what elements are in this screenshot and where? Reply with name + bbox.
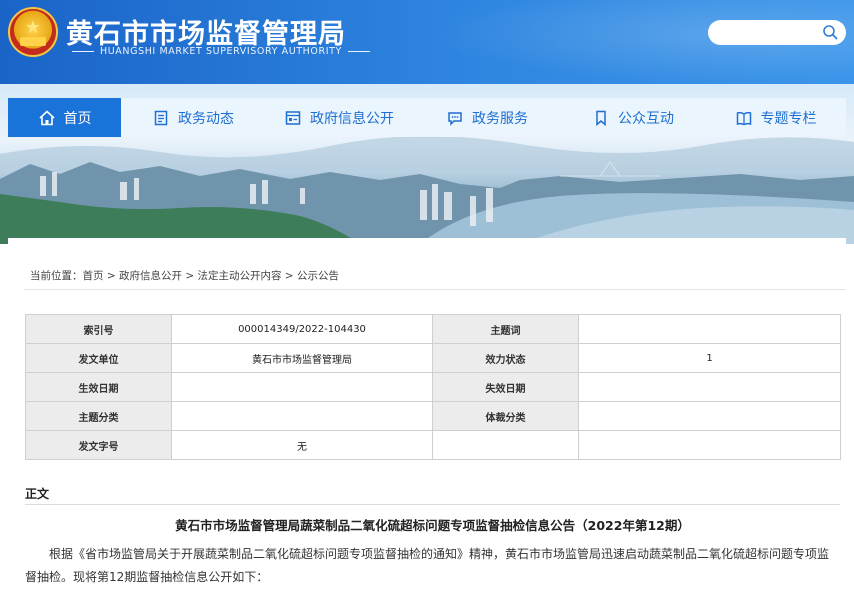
- nav-item-home[interactable]: 首页: [8, 98, 121, 137]
- search-icon[interactable]: [822, 24, 838, 40]
- breadcrumb-separator: >: [181, 270, 198, 282]
- site-subtitle: HUANGSHI MARKET SUPERVISORY AUTHORITY: [66, 46, 376, 57]
- breadcrumb-link-home[interactable]: 首页: [83, 270, 104, 282]
- meta-value: 000014349/2022-104430: [171, 314, 433, 344]
- meta-label: 发文单位: [25, 343, 172, 373]
- main-nav: 首页 政务动态 政府信息公开 政务服务 公众互动 专题专栏: [8, 98, 846, 137]
- nav-item-news[interactable]: 政务动态: [121, 98, 265, 137]
- meta-value: [578, 401, 841, 431]
- breadcrumb-link-notices[interactable]: 公示公告: [297, 270, 339, 282]
- book-icon: [736, 111, 751, 125]
- bookmark-icon: [596, 110, 606, 126]
- breadcrumb-separator: >: [281, 270, 297, 282]
- breadcrumb: 当前位置：首页 > 政府信息公开 > 法定主动公开内容 > 公示公告: [30, 268, 339, 283]
- nav-label: 政务动态: [178, 110, 234, 127]
- search-box: [708, 20, 846, 45]
- nav-item-special[interactable]: 专题专栏: [705, 98, 846, 137]
- document-icon: [154, 110, 168, 125]
- breadcrumb-link-mandatory[interactable]: 法定主动公开内容: [197, 270, 281, 282]
- site-header: ★ 黄石市市场监督管理局 HUANGSHI MARKET SUPERVISORY…: [0, 0, 854, 84]
- meta-value: 无: [171, 430, 433, 460]
- meta-value: 1: [578, 343, 841, 373]
- article-title: 黄石市市场监督管理局蔬菜制品二氧化硫超标问题专项监督抽检信息公告（2022年第1…: [175, 518, 690, 533]
- meta-label: 发文字号: [25, 430, 172, 460]
- divider: [25, 504, 840, 505]
- nav-label: 政府信息公开: [310, 110, 394, 127]
- section-label: 正文: [25, 487, 50, 501]
- meta-value: [171, 372, 433, 402]
- meta-label: 体裁分类: [432, 401, 579, 431]
- meta-value: [578, 314, 841, 344]
- meta-value: [578, 430, 841, 460]
- nav-label: 首页: [63, 110, 92, 127]
- nav-item-gov-info[interactable]: 政府信息公开: [265, 98, 413, 137]
- meta-label: 索引号: [25, 314, 172, 344]
- meta-label: 主题词: [432, 314, 579, 344]
- meta-value: [578, 372, 841, 402]
- meta-label: 生效日期: [25, 372, 172, 402]
- meta-label: 失效日期: [432, 372, 579, 402]
- table-row: 生效日期 失效日期: [25, 372, 841, 402]
- breadcrumb-prefix: 当前位置：: [30, 270, 83, 282]
- nav-item-services[interactable]: 政务服务: [413, 98, 561, 137]
- nav-item-public[interactable]: 公众互动: [561, 98, 705, 137]
- info-board-icon: [285, 110, 301, 125]
- chat-icon: [448, 111, 462, 126]
- home-icon: [38, 109, 55, 125]
- nav-label: 专题专栏: [760, 110, 817, 127]
- breadcrumb-separator: >: [103, 270, 119, 282]
- meta-value: 黄石市市场监督管理局: [171, 343, 433, 373]
- table-row: 主题分类 体裁分类: [25, 401, 841, 431]
- breadcrumb-link-gov-info[interactable]: 政府信息公开: [119, 270, 182, 282]
- divider: [24, 289, 846, 290]
- meta-value: [171, 401, 433, 431]
- document-meta-table: 索引号 000014349/2022-104430 主题词 发文单位 黄石市市场…: [25, 314, 841, 460]
- nav-label: 政务服务: [472, 110, 528, 127]
- table-row: 发文单位 黄石市市场监督管理局 效力状态 1: [25, 343, 841, 373]
- article-paragraph: 根据《省市场监管局关于开展蔬菜制品二氧化硫超标问题专项监督抽检的通知》精神，黄石…: [25, 547, 830, 584]
- national-emblem-icon[interactable]: ★: [8, 7, 58, 57]
- table-row: 发文字号 无: [25, 430, 841, 460]
- content-panel: 当前位置：首页 > 政府信息公开 > 法定主动公开内容 > 公示公告 索引号 0…: [8, 238, 846, 591]
- nav-label: 公众互动: [618, 110, 674, 127]
- meta-label: 效力状态: [432, 343, 579, 373]
- table-row: 索引号 000014349/2022-104430 主题词: [25, 314, 841, 344]
- meta-label: 主题分类: [25, 401, 172, 431]
- meta-value: [432, 430, 579, 460]
- search-input[interactable]: [720, 23, 820, 42]
